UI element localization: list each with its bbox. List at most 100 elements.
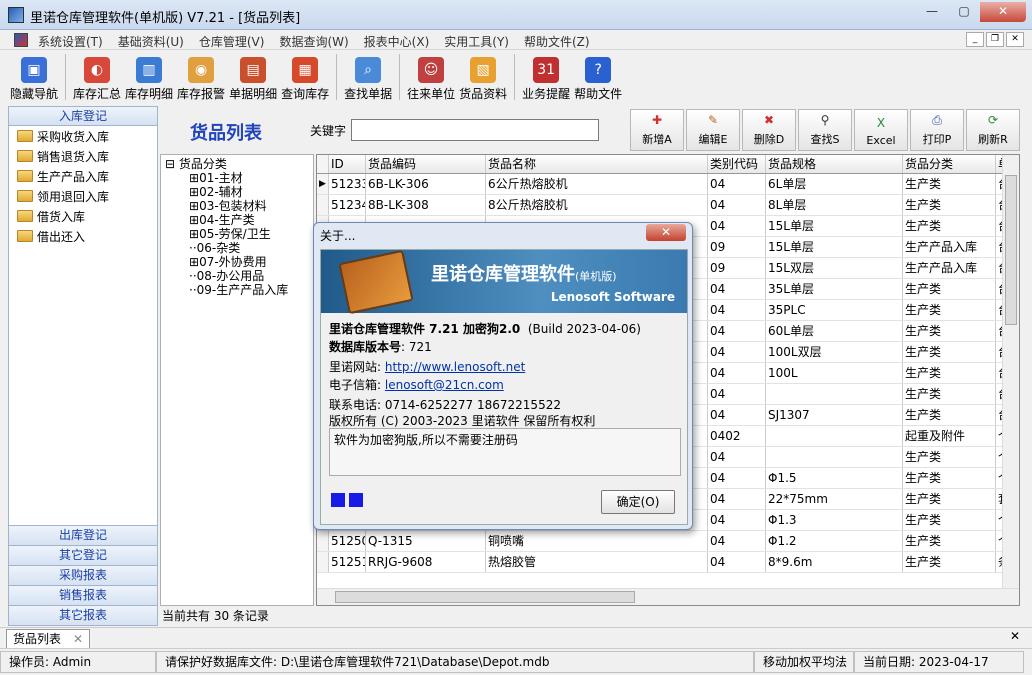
toolbar-help-button[interactable]: ? 帮助文件 [572, 51, 624, 103]
nav-item-borrow-in[interactable]: 借货入库 [9, 206, 157, 226]
toolbar-partners-button[interactable]: ☺ 往来单位 [405, 51, 457, 103]
menu-reports[interactable]: 报表中心(X) [364, 33, 430, 50]
cell-name: 热熔胶管 [486, 552, 708, 572]
maximize-button[interactable]: ▢ [948, 2, 980, 22]
nav-item-production-inbound[interactable]: 生产产品入库 [9, 166, 157, 186]
toolbar-stock-alarm-button[interactable]: ◉ 库存报警 [175, 51, 227, 103]
tree-node[interactable]: ⊞02-辅材 [165, 185, 309, 199]
expand-plus-icon[interactable]: ⊞ [189, 171, 199, 185]
cell-spec: SJ1307 [766, 405, 903, 425]
column-header-name[interactable]: 货品名称 [486, 155, 708, 173]
tree-node[interactable]: ⊞05-劳保/卫生 [165, 227, 309, 241]
nav-section-inbound[interactable]: 入库登记 [9, 107, 157, 126]
edit-button[interactable]: ✎ 编辑E [686, 109, 740, 151]
tree-node[interactable]: ⊞03-包装材料 [165, 199, 309, 213]
toolbar-doc-detail-button[interactable]: ▤ 单据明细 [227, 51, 279, 103]
cell-spec: Φ1.3 [766, 510, 903, 530]
current-row-arrow-icon: ▶ [317, 174, 329, 194]
toolbar-reminder-button[interactable]: 31 业务提醒 [520, 51, 572, 103]
expand-plus-icon[interactable]: ⊞ [189, 199, 199, 213]
horizontal-scrollbar[interactable] [317, 588, 1019, 605]
cell-category: 起重及附件 [903, 426, 996, 446]
minimize-button[interactable]: — [916, 2, 948, 22]
cell-category: 生产类 [903, 195, 996, 215]
menu-help[interactable]: 帮助文件(Z) [524, 33, 590, 50]
email-link[interactable]: lenosoft@21cn.com [385, 378, 504, 392]
keyword-input[interactable] [351, 119, 599, 141]
expand-plus-icon[interactable]: ⊞ [189, 213, 199, 227]
nav-section-sales-reports[interactable]: 销售报表 [9, 585, 157, 605]
cell-category-code: 04 [708, 342, 766, 362]
column-header-category[interactable]: 货品分类 [903, 155, 996, 173]
tree-node[interactable]: ⊞07-外协费用 [165, 255, 309, 269]
table-row[interactable]: ▶512336B-LK-3066公斤热熔胶机046L单层生产类台 [317, 174, 1019, 195]
tree-node[interactable]: ⊞01-主材 [165, 171, 309, 185]
mdi-close-button[interactable]: ✕ [1006, 32, 1024, 47]
table-row[interactable]: 51251RRJG-9608热熔胶管048*9.6m生产类条 [317, 552, 1019, 573]
cell-category-code: 04 [708, 552, 766, 572]
refresh-button[interactable]: ⟳ 刷新R [966, 109, 1020, 151]
menu-basic-data[interactable]: 基础资料(U) [118, 33, 184, 50]
tab-close-icon[interactable]: ✕ [73, 630, 83, 648]
mdi-restore-button[interactable]: ❐ [986, 32, 1004, 47]
website-link[interactable]: http://www.lenosoft.net [385, 360, 525, 374]
vertical-scrollbar[interactable] [1002, 155, 1019, 588]
nav-section-outbound[interactable]: 出库登记 [9, 525, 157, 545]
table-row[interactable]: 512348B-LK-3088公斤热熔胶机048L单层生产类台 [317, 195, 1019, 216]
tree-node[interactable]: ··09-生产产品入库 [165, 283, 309, 297]
nav-item-sales-return[interactable]: 销售退货入库 [9, 146, 157, 166]
expand-plus-icon[interactable]: ⊞ [189, 227, 199, 241]
toolbar-stock-summary-button[interactable]: ◐ 库存汇总 [71, 51, 123, 103]
nav-section-other-reports[interactable]: 其它报表 [9, 605, 157, 625]
help-icon: ? [585, 57, 612, 83]
tree-node[interactable]: ··08-办公用品 [165, 269, 309, 283]
menu-tools[interactable]: 实用工具(Y) [444, 33, 509, 50]
menu-data-query[interactable]: 数据查询(W) [279, 33, 348, 50]
column-header-spec[interactable]: 货品规格 [766, 155, 903, 173]
column-header-category-code[interactable]: 类别代码 [708, 155, 766, 173]
menu-system-settings[interactable]: 系统设置(T) [38, 33, 103, 50]
cell-spec: 100L [766, 363, 903, 383]
tree-root[interactable]: ⊟ 货品分类 [165, 157, 309, 171]
toolbar-hide-nav-button[interactable]: ▣ 隐藏导航 [8, 51, 60, 103]
nav-item-purchase-receipt[interactable]: 采购收货入库 [9, 126, 157, 146]
status-costing-method: 移动加权平均法 [754, 651, 854, 673]
toolbar-stock-detail-button[interactable]: ▥ 库存明细 [123, 51, 175, 103]
menu-warehouse[interactable]: 仓库管理(V) [199, 33, 265, 50]
nav-item-lend-return[interactable]: 借出还入 [9, 226, 157, 246]
toolbar-find-doc-button[interactable]: ⌕ 查找单据 [342, 51, 394, 103]
find-button[interactable]: ⚲ 查找S [798, 109, 852, 151]
expand-plus-icon[interactable]: ⊞ [189, 255, 199, 269]
column-header-id[interactable]: ID [329, 155, 366, 173]
nav-item-requisition-return[interactable]: 领用退回入库 [9, 186, 157, 206]
product-version: 里诺仓库管理软件 7.21 加密狗2.0 (Build 2023-04-06) [329, 322, 641, 336]
toolbar-query-stock-button[interactable]: ▦ 查询库存 [279, 51, 331, 103]
nav-section-other-entry[interactable]: 其它登记 [9, 545, 157, 565]
cell-category: 生产类 [903, 510, 996, 530]
dialog-close-button[interactable]: ✕ [646, 224, 686, 241]
toolbar-goods-button[interactable]: ▧ 货品资料 [457, 51, 509, 103]
mdi-app-icon[interactable] [14, 33, 28, 47]
table-row[interactable]: 51250Q-1315铜喷嘴04Φ1.2生产类个 [317, 531, 1019, 552]
nav-section-purchase-reports[interactable]: 采购报表 [9, 565, 157, 585]
cell-category: 生产类 [903, 468, 996, 488]
tree-node[interactable]: ··06-杂类 [165, 241, 309, 255]
vertical-scroll-thumb[interactable] [1005, 175, 1017, 325]
tree-node[interactable]: ⊞04-生产类 [165, 213, 309, 227]
cell-name: 8公斤热熔胶机 [486, 195, 708, 215]
excel-button[interactable]: X Excel [854, 109, 908, 151]
mdi-minimize-button[interactable]: _ [966, 32, 984, 47]
copyright-row: 版权所有 (C) 2003-2023 里诺软件 保留所有权利 [329, 414, 596, 428]
column-header-code[interactable]: 货品编码 [366, 155, 486, 173]
close-all-tabs-icon[interactable]: ✕ [1010, 629, 1020, 643]
horizontal-scroll-thumb[interactable] [335, 591, 635, 603]
expand-plus-icon[interactable]: ⊞ [189, 185, 199, 199]
tab-goods-list[interactable]: 货品列表 ✕ [6, 629, 90, 648]
close-window-button[interactable]: ✕ [980, 2, 1026, 22]
ok-button[interactable]: 确定(O) [601, 490, 675, 514]
cell-category-code: 09 [708, 258, 766, 278]
add-button[interactable]: ✚ 新增A [630, 109, 684, 151]
cell-spec: 35PLC [766, 300, 903, 320]
delete-button[interactable]: ✖ 删除D [742, 109, 796, 151]
print-button[interactable]: ⎙ 打印P [910, 109, 964, 151]
